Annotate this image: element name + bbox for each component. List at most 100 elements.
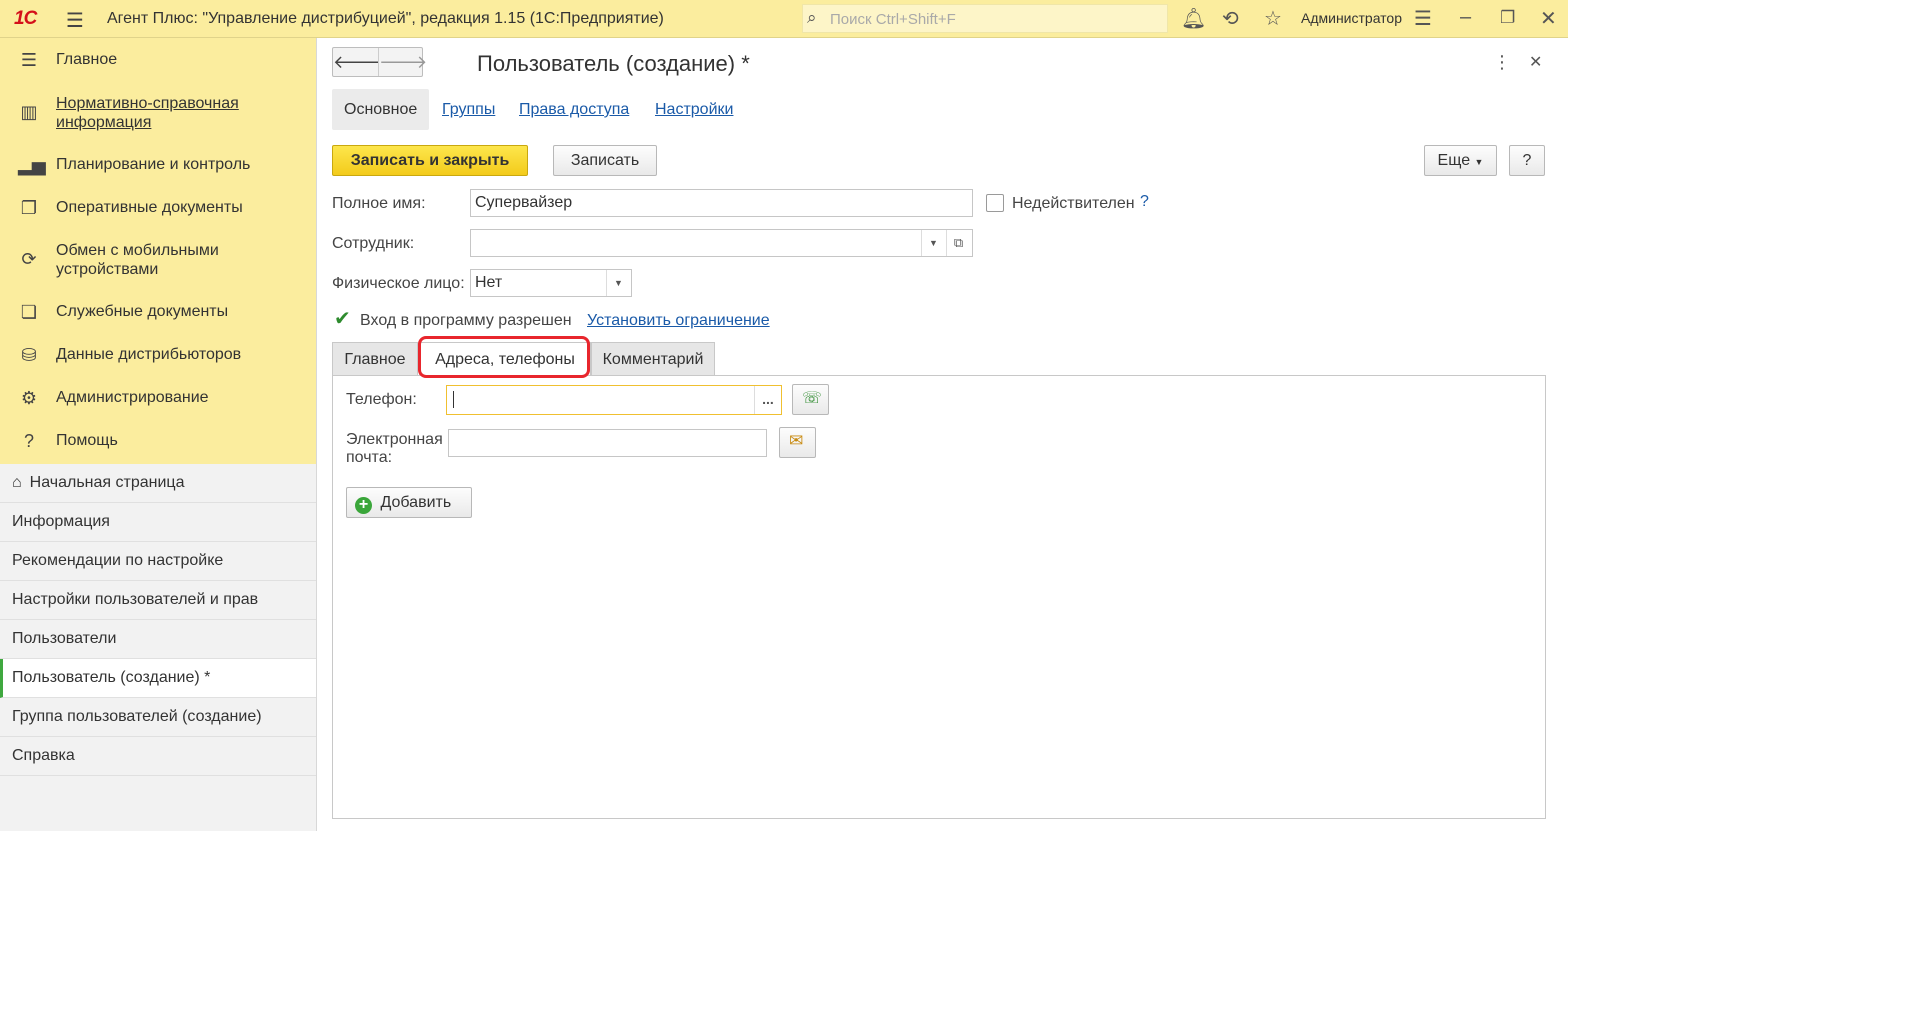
tab-access-rights[interactable]: Права доступа bbox=[519, 89, 629, 130]
dropdown-arrow-icon[interactable]: ▼ bbox=[606, 270, 630, 296]
open-window-user-create[interactable]: Пользователь (создание) * bbox=[0, 659, 316, 698]
more-button[interactable]: Еще ▼ bbox=[1424, 145, 1497, 176]
save-button[interactable]: Записать bbox=[553, 145, 657, 176]
bell-icon[interactable]: 🔔︎ bbox=[1181, 6, 1206, 31]
login-allowed-checkbox[interactable]: ✔ bbox=[334, 306, 351, 331]
restore-icon[interactable]: ❐ bbox=[1500, 8, 1515, 28]
close-window-icon[interactable]: ✕ bbox=[1540, 6, 1557, 31]
phone-chat-icon: ☏ bbox=[802, 390, 823, 407]
sidebar-item-mobile-exchange[interactable]: ⟳ Обмен с мобильными устройствами bbox=[0, 241, 316, 281]
form-title: Пользователь (создание) * bbox=[477, 51, 750, 76]
sidebar: ☰ Главное ▥ Нормативно-справочная информ… bbox=[0, 38, 316, 831]
dropdown-arrow-icon[interactable]: ▼ bbox=[921, 230, 945, 256]
full-name-label: Полное имя: bbox=[332, 195, 426, 212]
sidebar-item-help[interactable]: ? Помощь bbox=[0, 431, 316, 453]
plus-circle-icon: + bbox=[355, 497, 372, 514]
search-placeholder: Поиск Ctrl+Shift+F bbox=[830, 11, 956, 28]
send-email-button[interactable]: ✉ bbox=[779, 427, 816, 458]
open-window-label: Группа пользователей (создание) bbox=[12, 708, 262, 725]
sidebar-item-planning[interactable]: ▂▅ Планирование и контроль bbox=[0, 155, 316, 177]
chevron-down-icon: ▼ bbox=[1474, 157, 1484, 167]
login-allowed-label: Вход в программу разрешен bbox=[360, 312, 572, 329]
sync-icon: ⟳ bbox=[21, 249, 37, 269]
set-restriction-link[interactable]: Установить ограничение bbox=[587, 312, 770, 330]
tab-groups[interactable]: Группы bbox=[442, 89, 495, 130]
open-window-user-group-create[interactable]: Группа пользователей (создание) bbox=[0, 698, 316, 737]
more-label: Еще bbox=[1437, 152, 1471, 169]
tab-main[interactable]: Основное bbox=[332, 89, 430, 130]
add-button-label: Добавить bbox=[380, 494, 452, 511]
sidebar-item-admin[interactable]: ⚙ Администрирование bbox=[0, 388, 316, 410]
sidebar-item-reference[interactable]: ▥ Нормативно-справочная информация bbox=[0, 94, 316, 134]
help-button[interactable]: ? bbox=[1509, 145, 1545, 176]
sidebar-item-label: Администрирование bbox=[56, 389, 209, 406]
open-window-user-settings[interactable]: Настройки пользователей и прав bbox=[0, 581, 316, 620]
open-window-users[interactable]: Пользователи bbox=[0, 620, 316, 659]
back-arrow-icon[interactable]: 🡐 bbox=[333, 48, 381, 76]
title-bar: 1С ☰ Агент Плюс: "Управление дистрибуцие… bbox=[0, 0, 1568, 38]
sidebar-item-operative[interactable]: ❐ Оперативные документы bbox=[0, 198, 316, 220]
open-windows-list: ⌂ Начальная страница Информация Рекоменда… bbox=[0, 464, 316, 831]
save-and-close-button[interactable]: Записать и закрыть bbox=[332, 145, 528, 176]
full-name-field[interactable]: Супервайзер bbox=[470, 189, 973, 217]
minimize-icon[interactable]: – bbox=[1460, 6, 1471, 29]
app-logo: 1С bbox=[14, 8, 37, 29]
open-window-help[interactable]: Справка bbox=[0, 737, 316, 776]
sidebar-item-label: Помощь bbox=[56, 432, 118, 449]
service-docs-icon: ❏ bbox=[20, 302, 38, 322]
sidebar-item-label: Нормативно-справочная информация bbox=[56, 95, 239, 131]
invalid-label: Недействителен bbox=[1012, 195, 1135, 212]
open-window-label: Начальная страница bbox=[29, 474, 185, 491]
books-icon: ▥ bbox=[20, 102, 38, 122]
star-icon[interactable]: ☆ bbox=[1264, 6, 1282, 31]
search-icon: ⌕ bbox=[807, 8, 817, 27]
menu-list-icon: ☰ bbox=[20, 50, 38, 70]
invalid-help-link[interactable]: ? bbox=[1140, 193, 1149, 211]
sidebar-item-label: Служебные документы bbox=[56, 303, 229, 320]
forward-arrow-icon[interactable]: 🡒 bbox=[378, 48, 427, 76]
user-name[interactable]: Администратор bbox=[1301, 10, 1402, 26]
close-form-icon[interactable]: ✕ bbox=[1529, 52, 1542, 72]
open-icon[interactable]: ⧉ bbox=[946, 230, 970, 256]
main-form: 🡐 🡒 Пользователь (создание) * ⋮ ✕ Основн… bbox=[316, 38, 1568, 831]
sidebar-item-main[interactable]: ☰ Главное bbox=[0, 50, 316, 72]
add-button[interactable]: + Добавить bbox=[346, 487, 472, 518]
sidebar-item-label: Главное bbox=[56, 51, 118, 68]
person-label: Физическое лицо: bbox=[332, 275, 465, 292]
call-button[interactable]: ☏ bbox=[792, 384, 829, 415]
employee-field[interactable]: ▼ ⧉ bbox=[470, 229, 973, 257]
history-icon[interactable]: ⟲ bbox=[1222, 6, 1239, 31]
employee-label: Сотрудник: bbox=[332, 235, 415, 252]
page-tab-main[interactable]: Главное bbox=[332, 342, 418, 376]
sidebar-item-distributors[interactable]: ⛁ Данные дистрибьюторов bbox=[0, 345, 316, 367]
bar-chart-icon: ▂▅ bbox=[18, 155, 46, 175]
email-label-line2: почта: bbox=[346, 449, 393, 466]
open-window-label: Справка bbox=[12, 747, 75, 764]
page-tab-comment[interactable]: Комментарий bbox=[591, 342, 715, 376]
invalid-checkbox[interactable] bbox=[986, 194, 1004, 212]
sidebar-item-service-docs[interactable]: ❏ Служебные документы bbox=[0, 302, 316, 324]
distributor-icon: ⛁ bbox=[21, 345, 37, 365]
addresses-panel: Телефон: ... ☏ Электронная почта: ✉ + До… bbox=[332, 375, 1546, 819]
person-select[interactable]: Нет ▼ bbox=[470, 269, 632, 297]
envelope-icon: ✉ bbox=[789, 431, 804, 450]
sidebar-item-label: Данные дистрибьюторов bbox=[56, 346, 242, 363]
search-input[interactable]: ⌕ Поиск Ctrl+Shift+F bbox=[802, 4, 1168, 33]
text-cursor bbox=[453, 391, 454, 408]
phone-field[interactable]: ... bbox=[446, 385, 782, 415]
open-window-home[interactable]: ⌂ Начальная страница bbox=[0, 464, 316, 503]
email-field[interactable] bbox=[448, 429, 767, 457]
settings-menu-icon[interactable]: ☰ bbox=[1414, 6, 1432, 31]
open-window-label: Настройки пользователей и прав bbox=[12, 591, 259, 608]
more-actions-icon[interactable]: ⋮ bbox=[1493, 52, 1511, 73]
tab-settings[interactable]: Настройки bbox=[655, 89, 733, 130]
open-window-recommendations[interactable]: Рекомендации по настройке bbox=[0, 542, 316, 581]
question-icon: ? bbox=[23, 431, 34, 451]
phone-label: Телефон: bbox=[346, 391, 417, 408]
email-label-line1: Электронная bbox=[346, 431, 443, 448]
hamburger-icon[interactable]: ☰ bbox=[66, 8, 84, 33]
open-window-info[interactable]: Информация bbox=[0, 503, 316, 542]
person-value: Нет bbox=[475, 274, 503, 291]
phone-more-button[interactable]: ... bbox=[754, 386, 781, 414]
sidebar-item-label: Оперативные документы bbox=[56, 199, 243, 216]
